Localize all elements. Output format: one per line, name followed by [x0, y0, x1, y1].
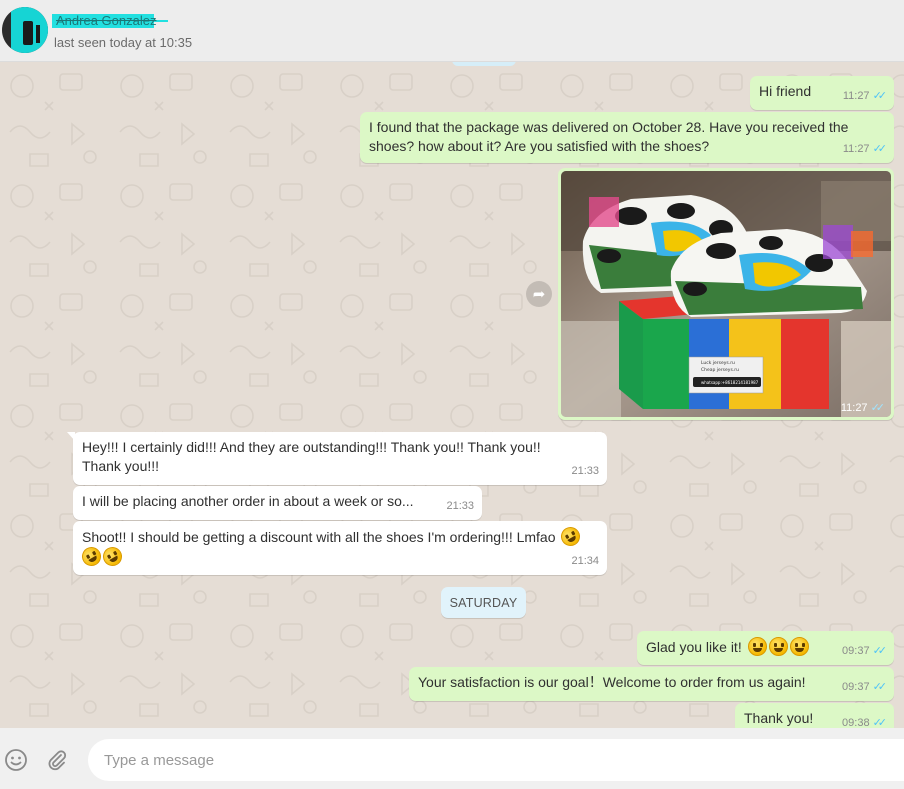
message-time: 11:27 — [842, 90, 870, 102]
message-time: 21:33 — [571, 465, 599, 477]
paperclip-icon[interactable] — [44, 747, 70, 773]
message-outgoing[interactable]: I found that the package was delivered o… — [360, 112, 894, 163]
message-text: Hi friend — [759, 83, 812, 99]
message-incoming[interactable]: I will be placing another order in about… — [73, 486, 482, 520]
message-incoming[interactable]: Shoot!! I should be getting a discount w… — [73, 521, 607, 575]
message-text: Hey!!! I certainly did!!! And they are o… — [82, 439, 541, 474]
message-outgoing[interactable]: Your satisfaction is our goal！Welcome to… — [409, 667, 894, 701]
message-time: 09:37 — [842, 645, 870, 657]
message-meta: 21:34 — [571, 552, 599, 571]
message-meta: 09:38 ✓✓ — [842, 714, 888, 728]
message-input[interactable] — [88, 739, 904, 781]
chat-header: Andrea Gonzalez last seen today at 10:35 — [0, 0, 904, 62]
message-text: Shoot!! I should be getting a discount w… — [82, 529, 556, 545]
message-meta: 21:33 — [571, 462, 599, 481]
last-seen-status: last seen today at 10:35 — [54, 35, 193, 50]
message-time: 21:34 — [571, 555, 599, 567]
message-meta: 11:27 ✓✓ — [842, 140, 888, 159]
message-text: Your satisfaction is our goal！Welcome to… — [418, 674, 806, 690]
message-list[interactable]: Hi friend 11:27 ✓✓ I found that the pack… — [0, 62, 904, 728]
box-label-line3: whatsapp:+8618214181987 — [701, 380, 759, 385]
contact-avatar[interactable] — [2, 7, 48, 53]
sneaker-photo[interactable]: Luck jerseys.ru Cheap jerseys.ru whatsap… — [561, 171, 891, 417]
message-meta: 09:37 ✓✓ — [842, 678, 888, 697]
message-meta: 11:27 ✓✓ — [840, 401, 886, 415]
rofl-emoji-icon — [99, 543, 126, 570]
read-receipt-icon: ✓✓ — [872, 681, 888, 693]
message-meta: 09:37 ✓✓ — [842, 642, 888, 661]
message-meta: 21:33 — [446, 497, 474, 516]
smiley-icon[interactable] — [3, 747, 29, 773]
message-meta: 11:27 ✓✓ — [842, 87, 888, 106]
read-receipt-icon: ✓✓ — [872, 645, 888, 657]
read-receipt-icon: ✓✓ — [870, 402, 886, 414]
forward-icon[interactable]: ➦ — [526, 281, 552, 307]
smiley-emoji-icon — [747, 637, 767, 656]
box-label-line2: Cheap jerseys.ru — [701, 367, 739, 373]
rofl-emoji-icon — [78, 543, 105, 570]
message-image[interactable]: Luck jerseys.ru Cheap jerseys.ru whatsap… — [558, 168, 894, 420]
read-receipt-icon: ✓✓ — [872, 143, 888, 155]
rofl-emoji-icon — [557, 523, 584, 550]
contact-name-text: Andrea Gonzalez — [56, 13, 157, 28]
message-incoming[interactable]: Hey!!! I certainly did!!! And they are o… — [67, 432, 607, 485]
message-time: 09:38 — [842, 717, 870, 728]
contact-name[interactable]: Andrea Gonzalez — [52, 13, 168, 28]
read-receipt-icon: ✓✓ — [872, 717, 888, 728]
message-text: I found that the package was delivered o… — [369, 119, 849, 154]
smiley-emoji-icon — [789, 637, 809, 656]
day-divider: SATURDAY — [441, 587, 526, 618]
message-text: Glad you like it! — [646, 639, 742, 655]
message-time: 21:33 — [446, 500, 474, 512]
message-time: 11:27 — [842, 143, 870, 155]
read-receipt-icon: ✓✓ — [872, 90, 888, 102]
message-text: I will be placing another order in about… — [82, 493, 414, 509]
composer-bar — [0, 728, 904, 789]
message-outgoing[interactable]: Glad you like it! 09:37 ✓✓ — [637, 631, 894, 665]
message-time: 11:27 — [840, 401, 868, 414]
message-outgoing[interactable]: Hi friend 11:27 ✓✓ — [750, 76, 894, 110]
smiley-emoji-icon — [768, 637, 788, 656]
message-outgoing[interactable]: Thank you! 09:38 ✓✓ — [735, 703, 894, 728]
scroll-date-pill — [452, 62, 516, 66]
message-time: 09:37 — [842, 681, 870, 693]
box-label-line1: Luck jerseys.ru — [701, 360, 735, 366]
message-text: Thank you! — [744, 710, 814, 726]
